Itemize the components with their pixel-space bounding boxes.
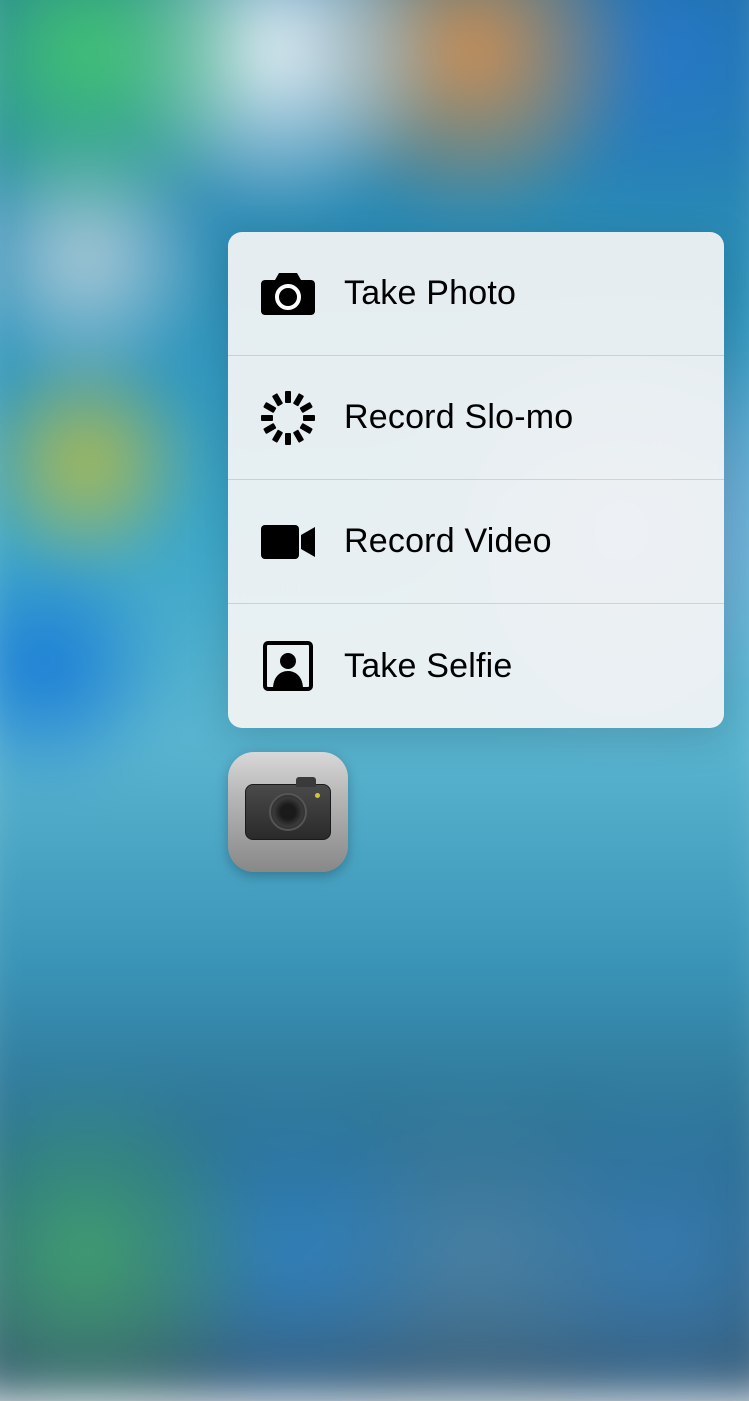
quick-action-menu: Take Photo — [228, 232, 724, 728]
menu-item-take-selfie[interactable]: Take Selfie — [228, 604, 724, 728]
camera-body-graphic — [245, 784, 331, 840]
menu-item-record-slomo[interactable]: Record Slo-mo — [228, 356, 724, 480]
menu-item-label: Record Video — [344, 522, 552, 561]
menu-item-take-photo[interactable]: Take Photo — [228, 232, 724, 356]
menu-item-record-video[interactable]: Record Video — [228, 480, 724, 604]
camera-app-icon[interactable] — [228, 752, 348, 872]
video-icon — [260, 514, 316, 570]
menu-item-label: Take Photo — [344, 274, 516, 313]
menu-item-label: Record Slo-mo — [344, 398, 573, 437]
selfie-icon — [260, 638, 316, 694]
menu-item-label: Take Selfie — [344, 647, 513, 686]
slomo-icon — [260, 390, 316, 446]
camera-icon — [260, 266, 316, 322]
